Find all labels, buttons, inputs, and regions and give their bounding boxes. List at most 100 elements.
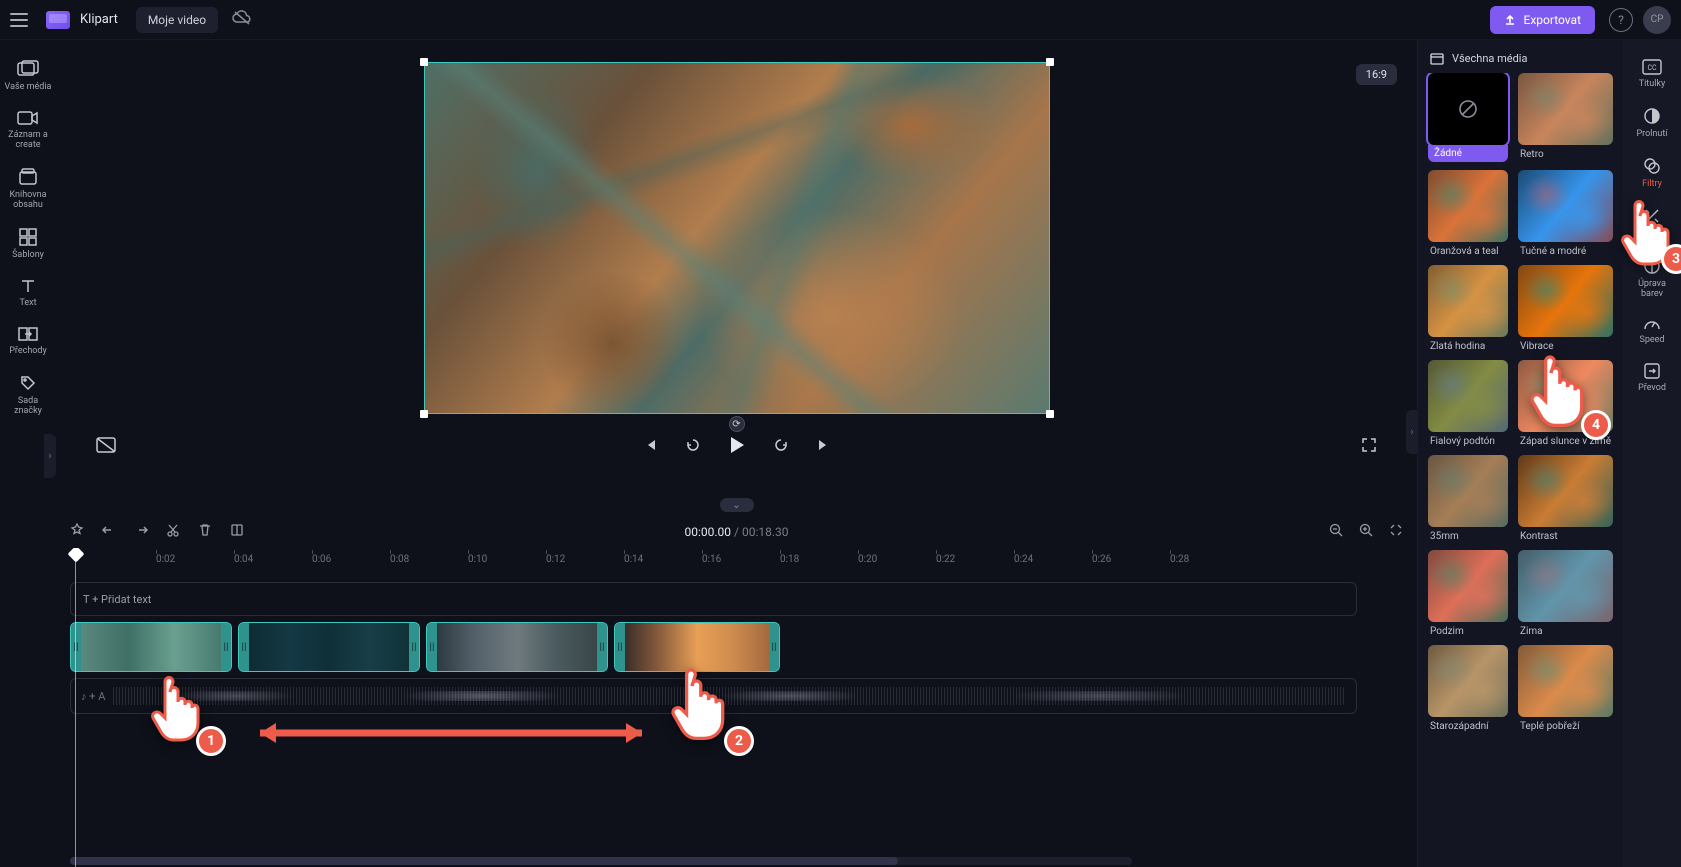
filter-name: Teplé pobřeží <box>1518 721 1613 732</box>
zoom-out-button[interactable] <box>1329 523 1343 540</box>
filter-card-warm[interactable]: Teplé pobřeží <box>1518 645 1613 732</box>
ruler-tick: 0:22 <box>936 554 955 565</box>
filter-card-orange[interactable]: Oranžová a teal <box>1428 170 1508 257</box>
clip-handle-left[interactable]: || <box>239 623 249 671</box>
text-track-label: T + Přidat text <box>83 593 151 606</box>
filter-card-none[interactable]: Žádné <box>1428 73 1508 162</box>
aspect-ratio-chip[interactable]: 16:9 <box>1356 64 1397 85</box>
help-button[interactable]: ? <box>1609 8 1633 32</box>
annotation-badge-1: 1 <box>196 726 226 756</box>
zoom-in-button[interactable] <box>1359 523 1373 540</box>
ruler-tick: 0:12 <box>546 554 565 565</box>
timeline-scrollbar[interactable] <box>70 857 1132 865</box>
prop-item-filters[interactable]: Filtry <box>1627 152 1677 194</box>
sidebar-item-label: Vaše média <box>5 82 52 92</box>
clip-handle-right[interactable]: || <box>221 623 231 671</box>
safe-zone-toggle[interactable] <box>96 437 116 456</box>
export-button[interactable]: Exportovat <box>1490 6 1595 34</box>
filter-card-bold[interactable]: Tučné a modré <box>1518 170 1613 257</box>
play-button[interactable] <box>729 436 745 457</box>
video-clip-2[interactable]: || || <box>238 622 420 672</box>
undo-button[interactable] <box>102 523 116 540</box>
filter-card-golden[interactable]: Zlatá hodina <box>1428 265 1508 352</box>
timeline[interactable]: 0:020:040:060:080:100:120:140:160:180:20… <box>56 548 1417 867</box>
sidebar-item-templates[interactable]: Šablony <box>3 222 53 266</box>
media-icon <box>1430 53 1444 65</box>
filter-name: Zima <box>1518 626 1613 637</box>
skip-start-button[interactable] <box>643 438 657 455</box>
sidebar-item-label: Text <box>19 298 36 308</box>
menu-button[interactable] <box>10 5 40 35</box>
split-button[interactable] <box>230 523 244 540</box>
annotation-hand-2 <box>668 656 738 742</box>
filter-name: Zlatá hodina <box>1428 341 1508 352</box>
collapse-right-panel[interactable]: › <box>1406 410 1418 454</box>
filter-card-winter[interactable]: Zima <box>1518 550 1613 637</box>
filter-card-oldwest[interactable]: Starozápadní <box>1428 645 1508 732</box>
ruler-tick: 0:02 <box>156 554 175 565</box>
video-clip-3[interactable]: || || <box>426 622 608 672</box>
timeline-ruler[interactable]: 0:020:040:060:080:100:120:140:160:180:20… <box>70 548 1417 576</box>
zoom-fit-button[interactable] <box>1389 523 1403 540</box>
delete-button[interactable] <box>198 523 212 540</box>
filter-thumb <box>1518 550 1613 622</box>
ruler-tick: 0:16 <box>702 554 721 565</box>
resize-handle-tl[interactable] <box>420 58 428 66</box>
prop-item-fade[interactable]: Prolnutí <box>1627 102 1677 144</box>
sidebar-item-record[interactable]: Záznam a create <box>3 104 53 156</box>
sidebar-item-your-media[interactable]: Vaše média <box>3 54 53 98</box>
clip-handle-right[interactable]: || <box>409 623 419 671</box>
time-current: 00:00.00 <box>684 525 731 539</box>
filter-card-contrast[interactable]: Kontrast <box>1518 455 1613 542</box>
sidebar-item-brand[interactable]: Sada značky <box>3 368 53 422</box>
stage-area: 16:9 ⟳ <box>56 40 1417 498</box>
prop-label: Speed <box>1639 335 1664 345</box>
filter-card-fall[interactable]: Podzim <box>1428 550 1508 637</box>
redo-button[interactable] <box>134 523 148 540</box>
clip-handle-right[interactable]: || <box>769 623 779 671</box>
filter-card-violet[interactable]: Fialový podtón <box>1428 360 1508 447</box>
collapse-stage-pill[interactable]: ⌄ <box>720 498 754 512</box>
filter-name: Tučné a modré <box>1518 246 1613 257</box>
music-icon: ♪ <box>81 690 87 703</box>
timecode: 00:00.00 / 00:18.30 <box>684 525 788 539</box>
filter-thumb <box>1518 265 1613 337</box>
filter-thumb <box>1518 455 1613 527</box>
clip-handle-left[interactable]: || <box>427 623 437 671</box>
fullscreen-button[interactable] <box>1361 437 1377 456</box>
magic-tool[interactable] <box>70 523 84 540</box>
step-back-button[interactable] <box>685 437 701 456</box>
ruler-tick: 0:20 <box>858 554 877 565</box>
step-fwd-button[interactable] <box>773 437 789 456</box>
prop-item-speed[interactable]: Speed <box>1627 312 1677 350</box>
prop-item-captions[interactable]: CC Titulky <box>1627 54 1677 94</box>
sidebar-item-transitions[interactable]: Přechody <box>3 320 53 362</box>
video-clip-1[interactable]: || || <box>70 622 232 672</box>
prop-item-convert[interactable]: Převod <box>1627 358 1677 398</box>
expand-left-panel[interactable]: › <box>44 434 56 478</box>
sidebar-item-library[interactable]: Knihovna obsahu <box>3 162 53 216</box>
clip-handle-left[interactable]: || <box>71 623 81 671</box>
skip-end-button[interactable] <box>817 438 831 455</box>
project-name[interactable]: Moje video <box>136 7 218 33</box>
filter-thumb <box>1428 645 1508 717</box>
cut-button[interactable] <box>166 523 180 540</box>
text-track[interactable]: T + Přidat text <box>70 582 1357 616</box>
sidebar-item-text[interactable]: Text <box>3 272 53 314</box>
clip-handle-right[interactable]: || <box>597 623 607 671</box>
filter-panel: › Všechna média ŽádnéRetroOranžová a tea… <box>1417 40 1623 867</box>
filter-name: Žádné <box>1428 145 1508 162</box>
filter-card-retro[interactable]: Retro <box>1518 73 1613 162</box>
filter-card-vibr[interactable]: Vibrace <box>1518 265 1613 352</box>
ruler-tick: 0:10 <box>468 554 487 565</box>
filter-card-35mm[interactable]: 35mm <box>1428 455 1508 542</box>
resize-handle-tr[interactable] <box>1046 58 1054 66</box>
cloud-sync-icon[interactable] <box>232 10 252 29</box>
clip-handle-left[interactable]: || <box>615 623 625 671</box>
video-canvas[interactable] <box>424 62 1050 414</box>
filter-name: Podzim <box>1428 626 1508 637</box>
avatar[interactable]: CP <box>1643 6 1671 34</box>
app-title: Klipart <box>80 12 118 27</box>
audio-track-label: + A <box>89 690 105 703</box>
prop-label: Titulky <box>1639 79 1665 89</box>
